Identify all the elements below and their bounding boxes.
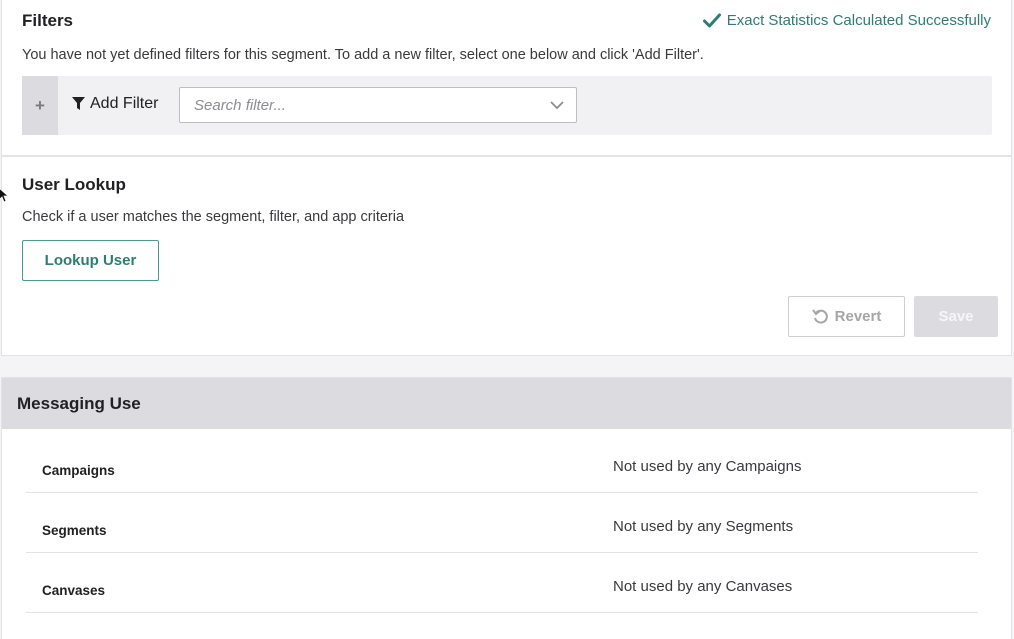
messaging-row-value: Not used by any Canvases — [613, 578, 793, 595]
search-filter-input[interactable]: Search filter... — [179, 87, 577, 123]
messaging-row-value: Not used by any Segments — [613, 518, 794, 535]
messaging-use-header: Messaging Use — [2, 378, 1011, 429]
messaging-use-title: Messaging Use — [17, 394, 141, 413]
user-lookup-card: User Lookup Check if a user matches the … — [1, 156, 1012, 356]
user-lookup-title: User Lookup — [22, 175, 126, 194]
revert-icon — [811, 309, 828, 324]
filters-card: Filters Exact Statistics Calculated Succ… — [1, 0, 1012, 156]
plus-icon[interactable]: + — [22, 76, 58, 135]
checkmark-icon — [702, 13, 721, 28]
revert-label: Revert — [834, 308, 882, 325]
filters-description: You have not yet defined filters for thi… — [22, 47, 704, 63]
search-filter-placeholder: Search filter... — [194, 96, 286, 114]
save-button[interactable]: Save — [914, 296, 998, 337]
add-filter-button[interactable]: Add Filter — [72, 95, 158, 113]
messaging-row-label: Campaigns — [42, 463, 115, 478]
add-filter-label: Add Filter — [90, 95, 159, 112]
messaging-row-campaigns: Campaigns Not used by any Campaigns — [26, 433, 978, 493]
filter-bar: + Add Filter Search filter... — [22, 76, 992, 135]
messaging-row-value: Not used by any Campaigns — [613, 458, 802, 475]
messaging-row-segments: Segments Not used by any Segments — [26, 493, 978, 553]
mouse-cursor-icon — [0, 188, 8, 203]
statistics-status: Exact Statistics Calculated Successfully — [702, 12, 991, 29]
revert-button[interactable]: Revert — [788, 296, 905, 337]
messaging-row-label: Canvases — [42, 583, 106, 598]
messaging-row-canvases: Canvases Not used by any Canvases — [26, 553, 978, 613]
statistics-status-text: Exact Statistics Calculated Successfully — [726, 12, 991, 29]
lookup-user-button[interactable]: Lookup User — [22, 240, 159, 281]
chevron-down-icon[interactable] — [550, 100, 564, 110]
filters-title: Filters — [22, 11, 74, 30]
filter-funnel-icon — [72, 97, 85, 110]
messaging-row-label: Segments — [42, 523, 107, 538]
messaging-use-card: Messaging Use Campaigns Not used by any … — [1, 377, 1012, 639]
user-lookup-description: Check if a user matches the segment, fil… — [22, 209, 405, 225]
